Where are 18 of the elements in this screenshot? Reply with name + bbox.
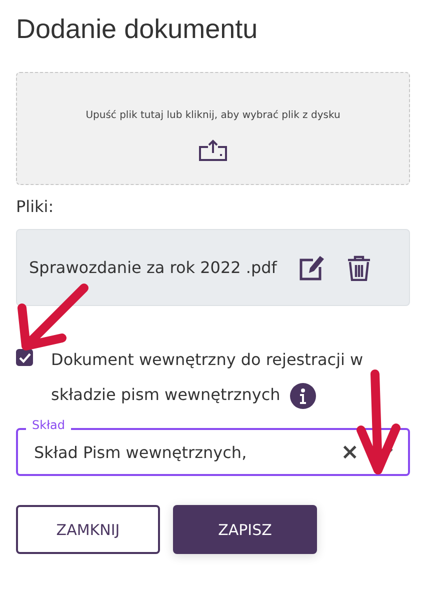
dialog-button[interactable]: ZAPISZ <box>173 505 317 554</box>
file-name: Sprawozdanie za rok 2022 .pdf <box>29 258 277 277</box>
checkbox-label: Dokument wewnętrzny do rejestracji w składzie pism wewnętrznych <box>51 342 391 412</box>
info-icon[interactable] <box>290 382 316 409</box>
trash-icon[interactable] <box>346 254 371 280</box>
dropzone-hint: Upuść plik tutaj lub kliknij, aby wybrać plik z dysku <box>86 110 340 121</box>
files-label: Pliki: <box>16 197 55 216</box>
upload-icon <box>198 139 228 161</box>
select-value: Skład Pism wewnętrznych, <box>34 442 248 462</box>
checkmark-icon <box>18 352 30 362</box>
clear-button[interactable]: × <box>340 440 359 464</box>
select-field[interactable]: Skład Pism wewnętrznych, × <box>16 428 410 476</box>
file-dropzone[interactable]: Upuść plik tutaj lub kliknij, aby wybrać plik z dysku <box>16 72 410 185</box>
checkbox[interactable] <box>16 349 33 366</box>
dialog-button[interactable]: ZAMKNIJ <box>16 505 160 554</box>
dialog-title: Dodanie dokumentu <box>16 13 259 45</box>
field-label: Skład <box>26 418 71 432</box>
edit-icon[interactable] <box>298 254 325 280</box>
